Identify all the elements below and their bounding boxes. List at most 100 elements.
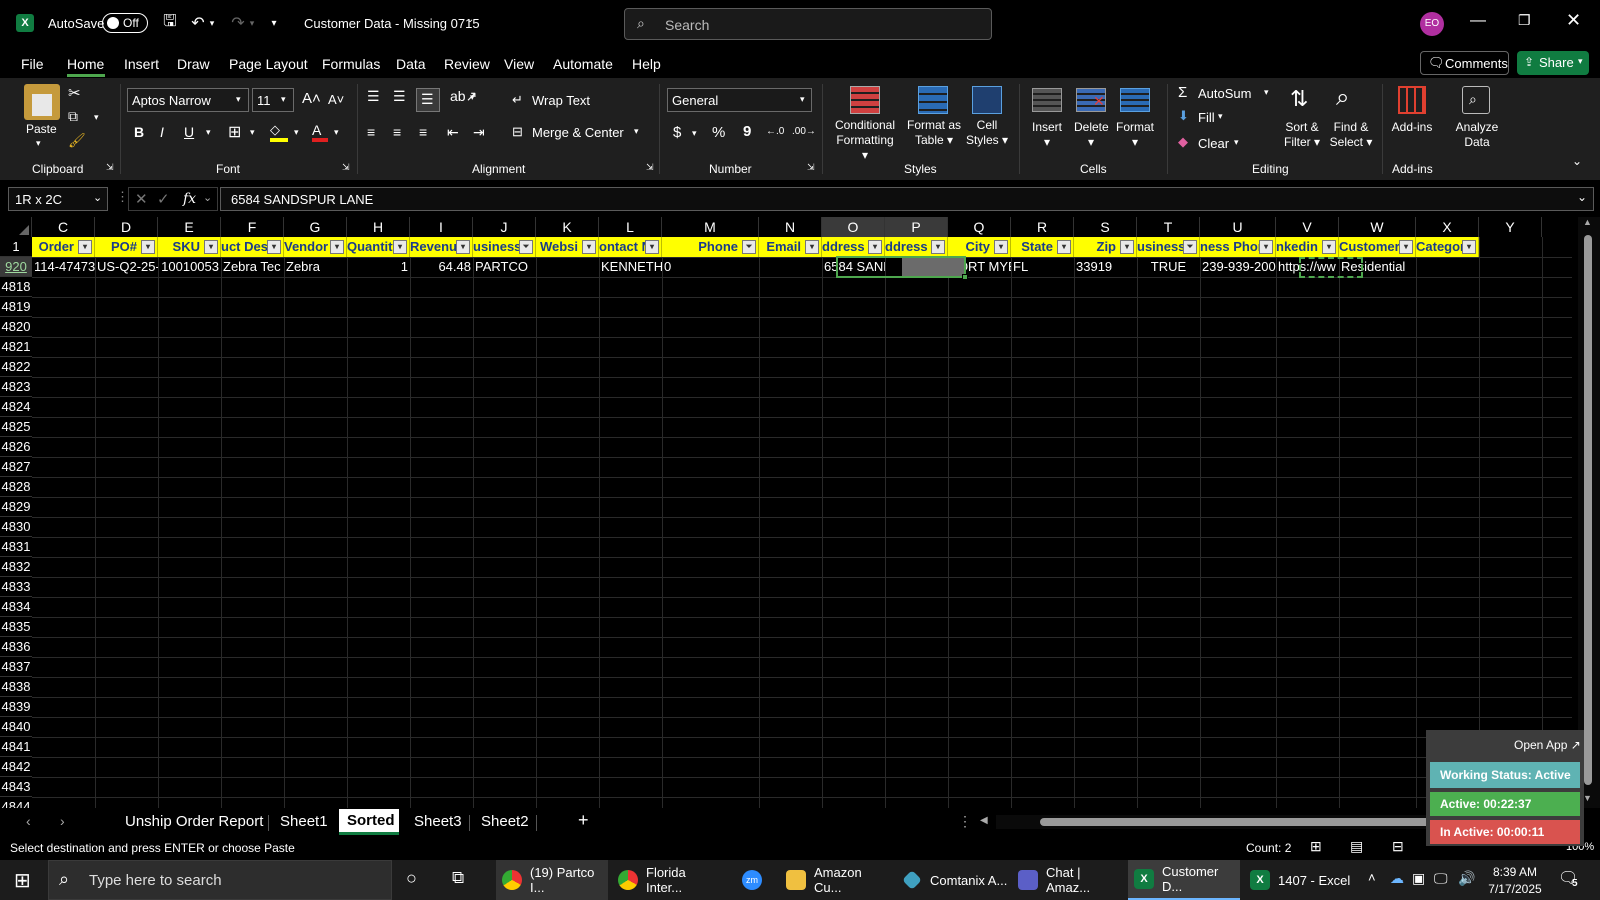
menu-draw[interactable]: Draw bbox=[177, 56, 210, 72]
tab-sheet3[interactable]: Sheet3 bbox=[414, 813, 462, 830]
find-select-icon[interactable]: ⌕ bbox=[1336, 84, 1349, 112]
filter-dropdown-icon[interactable]: ▾ bbox=[141, 240, 155, 254]
percent-button[interactable]: % bbox=[712, 124, 725, 141]
row-header[interactable]: 4833 bbox=[0, 577, 32, 597]
header-cell-f[interactable]: uct Des ▾ bbox=[221, 237, 284, 257]
row-header[interactable]: 4826 bbox=[0, 437, 32, 457]
filter-dropdown-icon[interactable]: ▾ bbox=[393, 240, 407, 254]
filter-dropdown-icon[interactable]: ▾ bbox=[931, 240, 945, 254]
row-header[interactable]: 4838 bbox=[0, 677, 32, 697]
meet-now-icon[interactable]: ▣ bbox=[1412, 870, 1425, 887]
insert-function-button[interactable]: fx bbox=[183, 191, 196, 207]
increase-indent-icon[interactable]: ⇥ bbox=[473, 124, 485, 141]
sort-filter-button[interactable]: Sort & Filter ▾ bbox=[1280, 120, 1324, 150]
filter-dropdown-icon[interactable]: ▾ bbox=[1120, 240, 1134, 254]
cortana-icon[interactable]: ○ bbox=[406, 868, 417, 889]
header-cell-n[interactable]: Email ▾ bbox=[759, 237, 822, 257]
header-cell-p[interactable]: ddress L ▾ bbox=[885, 237, 948, 257]
bold-button[interactable]: B bbox=[134, 124, 144, 140]
header-cell-l[interactable]: ontact N ▾ bbox=[599, 237, 662, 257]
menu-automate[interactable]: Automate bbox=[553, 56, 613, 72]
header-cell-s[interactable]: Zip ▾ bbox=[1074, 237, 1137, 257]
column-header-f[interactable]: F bbox=[221, 217, 284, 237]
filter-dropdown-icon[interactable]: ▾ bbox=[645, 240, 659, 254]
windows-start-icon[interactable]: ⊞ bbox=[14, 868, 31, 893]
document-title[interactable]: Customer Data - Missing 0715 bbox=[304, 16, 480, 31]
menu-formulas[interactable]: Formulas bbox=[322, 56, 380, 72]
find-select-button[interactable]: Find & Select ▾ bbox=[1326, 120, 1376, 150]
avatar[interactable]: EO bbox=[1420, 12, 1444, 36]
row-header[interactable]: 4818 bbox=[0, 277, 32, 297]
tab-splitter-icon[interactable]: ⋮ bbox=[958, 813, 972, 830]
row-header[interactable]: 4831 bbox=[0, 537, 32, 557]
row-header[interactable]: 4822 bbox=[0, 357, 32, 377]
spreadsheet-grid[interactable]: CDEFGHIJKLMNOPQRSTUVWXY 1 920 4818 4819 4820… bbox=[0, 217, 1600, 808]
row-header[interactable]: 4841 bbox=[0, 737, 32, 757]
filter-dropdown-icon[interactable]: ▾ bbox=[868, 240, 882, 254]
scroll-down-icon[interactable]: ▼ bbox=[1583, 793, 1592, 803]
row-header[interactable]: 4835 bbox=[0, 617, 32, 637]
search-box[interactable]: ⌕ Search bbox=[624, 8, 992, 40]
number-launcher-icon[interactable]: ⇲ bbox=[807, 162, 815, 173]
header-cell-v[interactable]: nkedin P ▾ bbox=[1276, 237, 1339, 257]
undo-icon[interactable]: ↶ bbox=[188, 12, 208, 34]
cell-styles-button[interactable]: Cell Styles ▾ bbox=[964, 118, 1010, 148]
clipboard-launcher-icon[interactable]: ⇲ bbox=[106, 162, 114, 173]
horizontal-scroll-thumb[interactable] bbox=[1040, 818, 1440, 826]
column-header-j[interactable]: J bbox=[473, 217, 536, 237]
currency-button[interactable]: $ bbox=[673, 124, 681, 141]
paste-button[interactable]: Paste bbox=[26, 122, 57, 137]
row-header[interactable]: 4843 bbox=[0, 777, 32, 797]
row-header[interactable]: 4819 bbox=[0, 297, 32, 317]
align-left-icon[interactable]: ≡ bbox=[367, 124, 375, 140]
cell-r920[interactable]: FL bbox=[1011, 257, 1074, 277]
row-header[interactable]: 4842 bbox=[0, 757, 32, 777]
insert-cells-icon[interactable] bbox=[1032, 88, 1062, 112]
header-cell-r[interactable]: State ▾ bbox=[1011, 237, 1074, 257]
filter-dropdown-icon[interactable]: ▾ bbox=[994, 240, 1008, 254]
filter-dropdown-icon[interactable]: ▾ bbox=[1462, 240, 1476, 254]
filter-active-icon[interactable]: ⏷ bbox=[742, 240, 756, 254]
row-header[interactable]: 4836 bbox=[0, 637, 32, 657]
share-button[interactable]: ⇪ Share ▾ bbox=[1517, 51, 1589, 75]
format-cells-icon[interactable] bbox=[1120, 88, 1150, 112]
task-view-icon[interactable]: ⧉ bbox=[452, 868, 464, 888]
minimize-icon[interactable]: — bbox=[1470, 12, 1486, 30]
add-ins-icon[interactable] bbox=[1398, 86, 1426, 114]
font-size-select[interactable]: 11 ▾ bbox=[252, 88, 294, 112]
row-header-1[interactable]: 1 bbox=[0, 237, 32, 257]
expand-formula-icon[interactable]: ⌄ bbox=[1577, 190, 1587, 204]
filter-dropdown-icon[interactable]: ▾ bbox=[1057, 240, 1071, 254]
increase-font-icon[interactable]: A˄ bbox=[302, 90, 321, 107]
menu-page-layout[interactable]: Page Layout bbox=[229, 56, 308, 72]
header-cell-m[interactable]: Phone ⏷ bbox=[662, 237, 759, 257]
header-cell-i[interactable]: Revenu ▾ bbox=[410, 237, 473, 257]
normal-view-icon[interactable]: ⊞ bbox=[1310, 838, 1322, 855]
cell-l920[interactable]: KENNETH bbox=[599, 257, 662, 277]
fill-color-icon[interactable]: ◇ bbox=[270, 122, 288, 142]
restore-icon[interactable]: ❐ bbox=[1518, 12, 1531, 29]
filter-dropdown-icon[interactable]: ▾ bbox=[805, 240, 819, 254]
wrap-text-button[interactable]: ↵ Wrap Text bbox=[512, 90, 622, 112]
close-icon[interactable]: ✕ bbox=[1566, 10, 1581, 31]
cell-u920[interactable]: 239-939-200 bbox=[1200, 257, 1276, 277]
align-top-icon[interactable]: ☰ bbox=[367, 88, 380, 105]
column-header-d[interactable]: D bbox=[95, 217, 158, 237]
tab-sheet1[interactable]: Sheet1 bbox=[280, 813, 328, 830]
copy-icon[interactable]: ⧉ bbox=[68, 108, 78, 125]
clear-button[interactable]: ◆ Clear ▾ bbox=[1178, 134, 1248, 154]
header-cell-u[interactable]: ness Phon ▾ bbox=[1200, 237, 1276, 257]
header-cell-q[interactable]: City ▾ bbox=[948, 237, 1011, 257]
row-header[interactable]: 4837 bbox=[0, 657, 32, 677]
currency-dropdown-icon[interactable]: ▾ bbox=[692, 128, 697, 139]
cell-t920[interactable]: TRUE bbox=[1137, 257, 1200, 277]
cell-f920[interactable]: Zebra Tec bbox=[221, 257, 284, 277]
format-as-table-icon[interactable] bbox=[918, 86, 948, 114]
header-cell-c[interactable]: Order ▾ bbox=[32, 237, 95, 257]
column-header-e[interactable]: E bbox=[158, 217, 221, 237]
row-header[interactable]: 4820 bbox=[0, 317, 32, 337]
filter-dropdown-icon[interactable]: ▾ bbox=[582, 240, 596, 254]
analyze-data-button[interactable]: Analyze Data bbox=[1452, 120, 1502, 150]
delete-cells-button[interactable]: Delete ▾ bbox=[1074, 120, 1109, 150]
column-header-h[interactable]: H bbox=[347, 217, 410, 237]
